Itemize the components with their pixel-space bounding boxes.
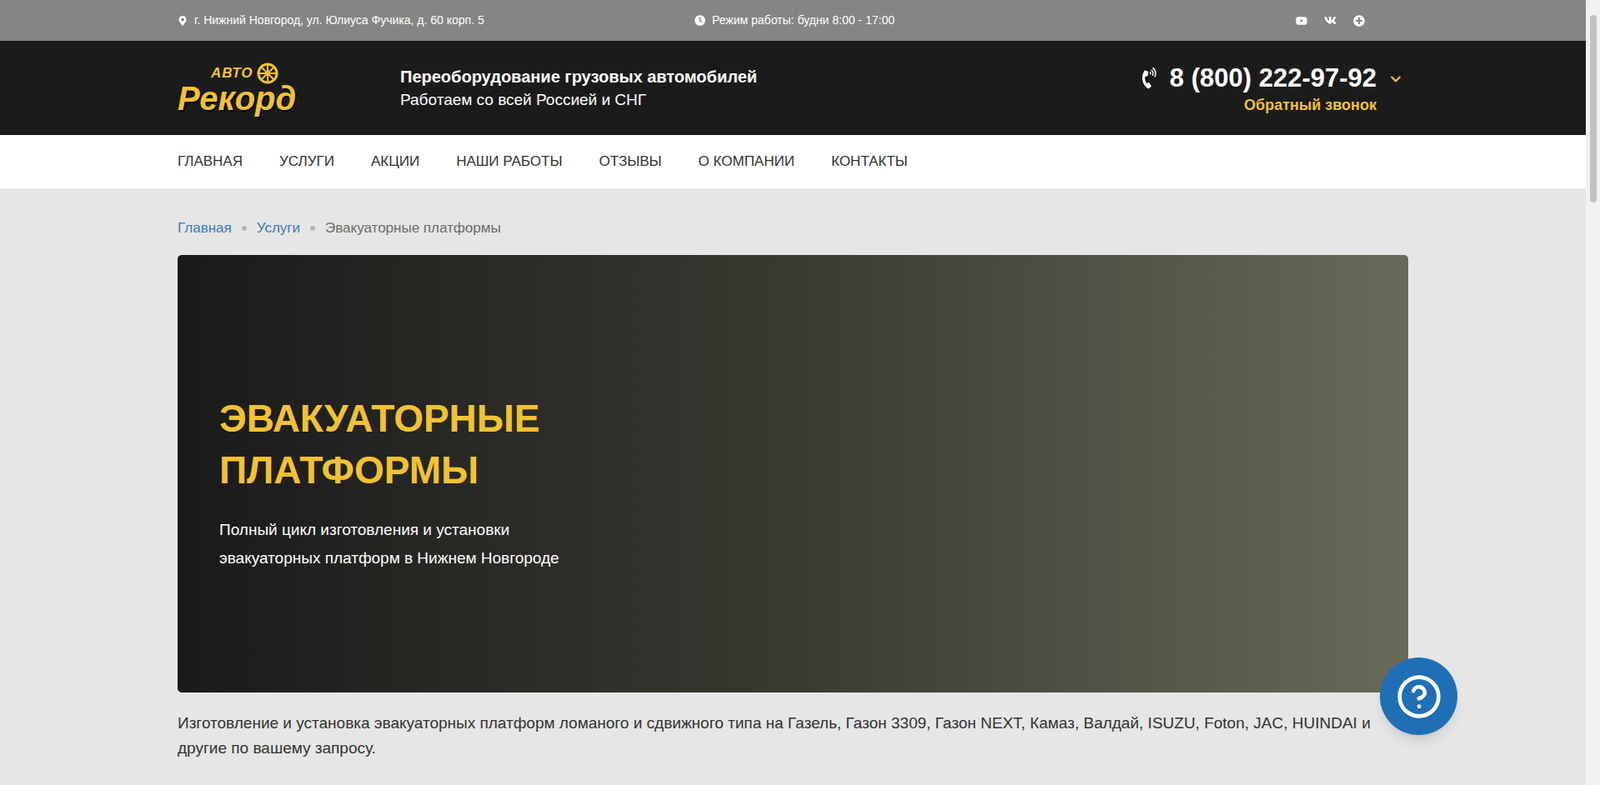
logo[interactable]: АВТОРекорд bbox=[177, 61, 401, 116]
scrollbar[interactable] bbox=[1585, 0, 1600, 785]
nav-item[interactable]: ГЛАВНАЯ bbox=[177, 150, 243, 173]
nav-item[interactable]: О КОМПАНИИ bbox=[698, 150, 795, 173]
breadcrumb-separator bbox=[310, 225, 316, 231]
address: г. Нижний Новгород, ул. Юлиуса Фучика, д… bbox=[177, 11, 695, 30]
phone-icon bbox=[1138, 65, 1162, 90]
header-tagline: Переоборудование грузовых автомобилейРаб… bbox=[400, 65, 1140, 112]
hero-subtitle: Полный цикл изготовления и установкиэвак… bbox=[219, 516, 1409, 573]
breadcrumb-separator bbox=[241, 225, 247, 231]
breadcrumbs: Главная Услуги Эвакуаторные платформы bbox=[177, 188, 1409, 256]
vk-icon[interactable] bbox=[1324, 14, 1337, 27]
breadcrumb-item[interactable]: Услуги bbox=[256, 218, 301, 239]
breadcrumb-item[interactable]: Главная bbox=[177, 218, 232, 239]
callback-link[interactable]: Обратный звонок bbox=[1243, 95, 1377, 116]
nav-item[interactable]: АКЦИИ bbox=[371, 150, 420, 173]
plus-icon[interactable] bbox=[1353, 15, 1365, 27]
nav-item[interactable]: УСЛУГИ bbox=[279, 150, 335, 173]
breadcrumb-item: Эвакуаторные платформы bbox=[325, 218, 502, 239]
nav-bar: ГЛАВНАЯ УСЛУГИ АКЦИИ НАШИ РАБОТЫ ОТЗЫВЫ О КОМ… bbox=[0, 135, 1586, 189]
question-icon bbox=[1395, 673, 1443, 721]
phone-number[interactable]: 8 (800) 222-97-92 bbox=[1169, 61, 1377, 96]
clock-icon bbox=[694, 15, 706, 26]
youtube-icon[interactable] bbox=[1295, 15, 1308, 27]
intro-text: Изготовление и установка эвакуаторных пл… bbox=[177, 692, 1409, 762]
nav-item[interactable]: КОНТАКТЫ bbox=[831, 150, 908, 173]
hours: Режим работы: будни 8:00 - 17:00 bbox=[694, 11, 1296, 30]
hero-title: ЭВАКУАТОРНЫЕПЛАТФОРМЫ bbox=[219, 392, 1409, 497]
nav-item[interactable]: НАШИ РАБОТЫ bbox=[456, 150, 562, 173]
page: г. Нижний Новгород, ул. Юлиуса Фучика, д… bbox=[0, 0, 1600, 785]
top-bar: г. Нижний Новгород, ул. Юлиуса Фучика, д… bbox=[0, 0, 1586, 41]
hero-banner: ЭВАКУАТОРНЫЕПЛАТФОРМЫ Полный цикл изготов… bbox=[177, 255, 1409, 693]
nav-item[interactable]: ОТЗЫВЫ bbox=[598, 150, 662, 173]
header: АВТОРекордПереоборудование грузовых авто… bbox=[0, 40, 1586, 136]
map-pin-icon bbox=[177, 15, 188, 26]
page-content: г. Нижний Новгород, ул. Юлиуса Фучика, д… bbox=[0, 0, 1586, 785]
chevron-down-icon[interactable] bbox=[1389, 73, 1402, 86]
contact-block: 8 (800) 222-97-92Обратный звонок bbox=[1139, 61, 1402, 116]
help-button[interactable] bbox=[1379, 657, 1458, 736]
social-links bbox=[1295, 14, 1365, 27]
